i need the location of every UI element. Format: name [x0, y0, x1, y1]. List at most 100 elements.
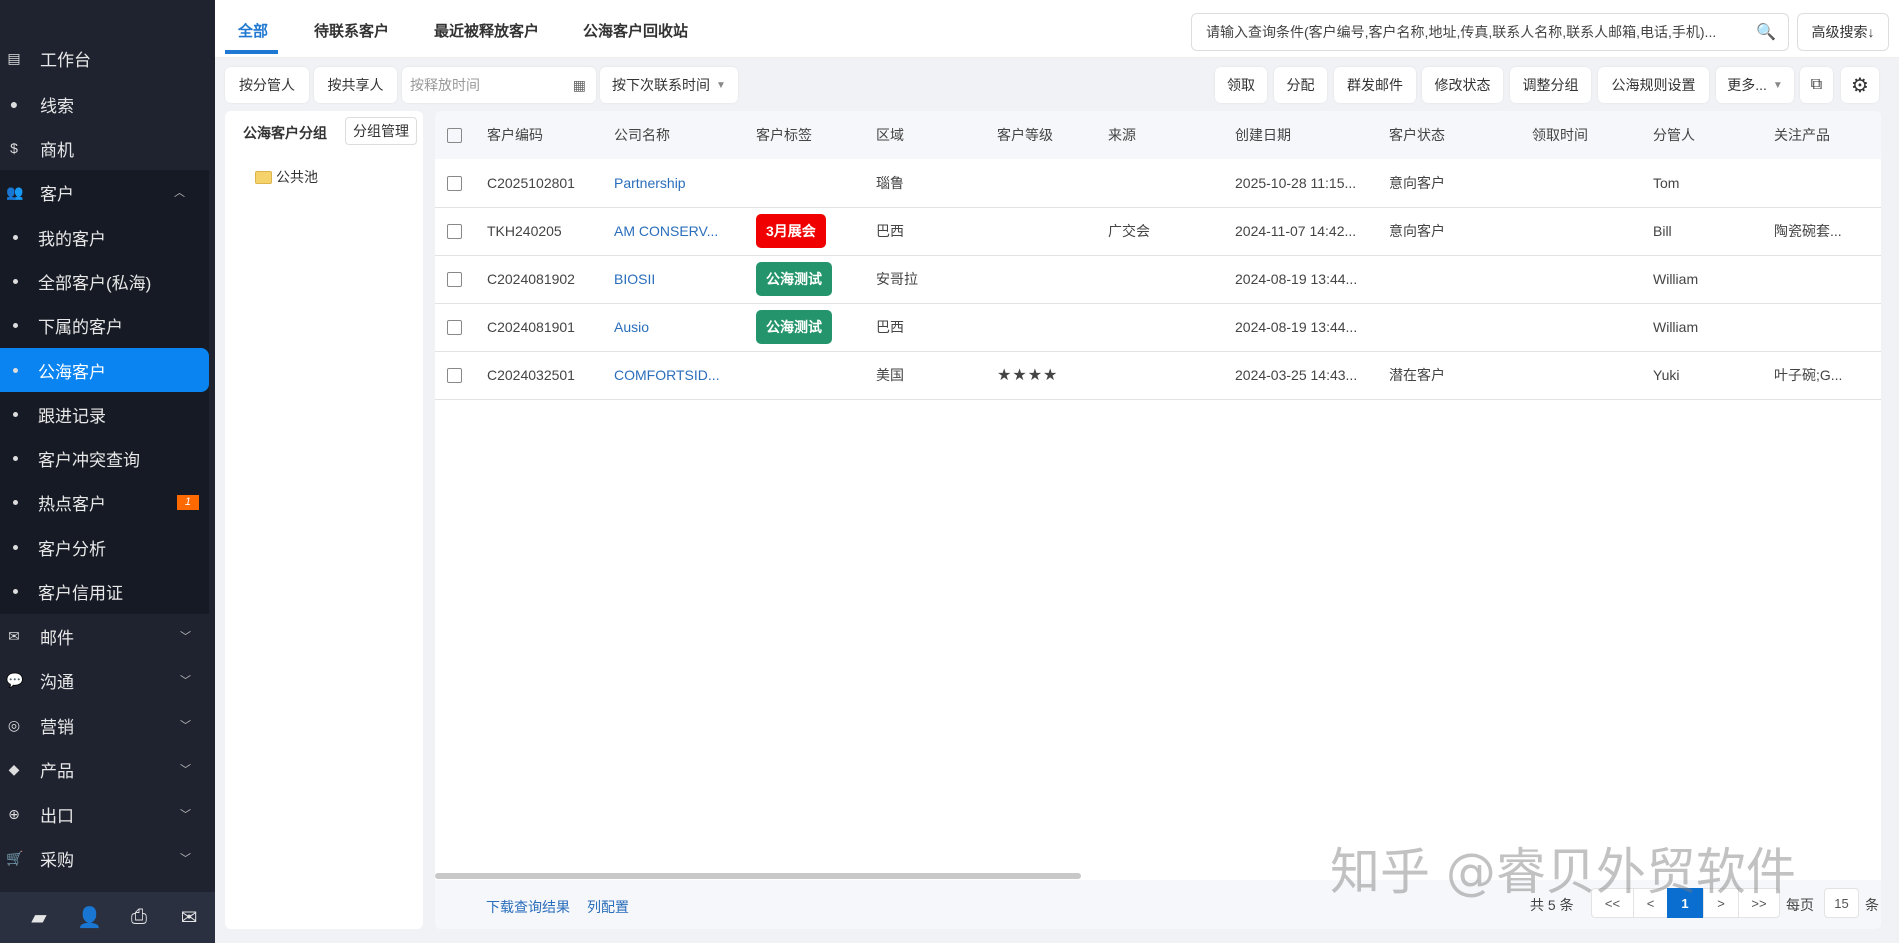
- download-results-link[interactable]: 下载查询结果: [486, 897, 570, 917]
- table-row[interactable]: C2024032501 COMFORTSID... 美国 ★★★★ 2024-03-25…: [435, 351, 1881, 400]
- layout-toggle-icon[interactable]: ⧉: [1800, 67, 1833, 103]
- inbox-icon[interactable]: ⎙: [127, 906, 151, 929]
- target-icon: ◎: [7, 716, 21, 733]
- col-header[interactable]: 区域: [876, 111, 997, 159]
- public-rules-button[interactable]: 公海规则设置: [1598, 67, 1709, 103]
- col-header[interactable]: 客户标签: [756, 111, 876, 159]
- nav-mail[interactable]: ✉ 邮件 ﹀: [0, 614, 215, 658]
- row-checkbox[interactable]: [447, 272, 462, 288]
- sub-label: 热点客户: [38, 494, 106, 514]
- row-checkbox[interactable]: [447, 320, 462, 336]
- nav-marketing[interactable]: ◎ 营销 ﹀: [0, 703, 215, 747]
- sidebar-item-all-private[interactable]: 全部客户(私海): [0, 259, 209, 303]
- col-header[interactable]: 分管人: [1653, 111, 1774, 159]
- sidebar-item-my-customers[interactable]: 我的客户: [0, 215, 209, 259]
- row-checkbox[interactable]: [447, 176, 462, 192]
- company-link[interactable]: BIOSII: [614, 271, 655, 287]
- cell-code: C2024081902: [487, 255, 614, 304]
- bullet-icon: [13, 588, 18, 594]
- last-page-button[interactable]: >>: [1738, 888, 1780, 918]
- chevron-down-icon: ﹀: [180, 675, 191, 687]
- bulk-email-button[interactable]: 群发邮件: [1334, 67, 1416, 103]
- col-header[interactable]: 关注产品: [1774, 111, 1881, 159]
- table-row[interactable]: C2025102801 Partnership 瑙鲁 2025-10-28 11:15…: [435, 159, 1881, 208]
- select-all-checkbox[interactable]: [447, 128, 462, 144]
- sidebar-item-followup[interactable]: 跟进记录: [0, 392, 209, 436]
- sidebar-item-analysis[interactable]: 客户分析: [0, 525, 209, 569]
- tab-all[interactable]: 全部: [238, 20, 268, 41]
- col-header[interactable]: 公司名称: [614, 111, 756, 159]
- bullet-icon: [13, 455, 18, 461]
- table-row[interactable]: TKH240205 AM CONSERV... 3月展会 巴西 广交会 2024-11-0…: [435, 207, 1881, 256]
- search-input[interactable]: 请输入查询条件(客户编号,客户名称,地址,传真,联系人名称,联系人邮箱,电话,手…: [1191, 13, 1789, 51]
- sidebar-item-public-customers[interactable]: 公海客户: [0, 348, 209, 392]
- release-time-placeholder: 按释放时间: [410, 77, 480, 93]
- first-page-button[interactable]: <<: [1591, 888, 1634, 918]
- filter-by-sharer-button[interactable]: 按共享人: [314, 67, 397, 103]
- col-header[interactable]: 客户等级: [997, 111, 1108, 159]
- col-header[interactable]: 客户编码: [487, 111, 614, 159]
- table-row[interactable]: C2024081901 Ausio 公海测试 巴西 2024-08-19 13:44..…: [435, 303, 1881, 352]
- col-header[interactable]: 来源: [1108, 111, 1235, 159]
- prev-page-button[interactable]: <: [1633, 888, 1668, 918]
- compose-mail-icon[interactable]: ✉: [177, 905, 201, 930]
- cell-status: 意向客户: [1389, 159, 1532, 208]
- next-contact-dropdown[interactable]: 按下次联系时间 ▼: [600, 67, 738, 103]
- cell-status: [1389, 255, 1532, 304]
- group-item-public-pool[interactable]: 公共池: [255, 167, 318, 187]
- group-manage-button[interactable]: 分组管理: [345, 117, 417, 145]
- company-link[interactable]: Partnership: [614, 175, 686, 191]
- nav-opportunities[interactable]: $ 商机: [0, 126, 215, 170]
- col-header[interactable]: 客户状态: [1389, 111, 1532, 159]
- page-1-button[interactable]: 1: [1667, 888, 1703, 918]
- advanced-search-button[interactable]: 高级搜索↓: [1797, 13, 1889, 51]
- sidebar-item-subordinate[interactable]: 下属的客户: [0, 303, 209, 347]
- sidebar-item-credit[interactable]: 客户信用证: [0, 569, 209, 613]
- column-config-link[interactable]: 列配置: [587, 897, 629, 917]
- cell-manager: Tom: [1653, 159, 1774, 208]
- cell-claimed: [1532, 159, 1653, 208]
- adjust-group-button[interactable]: 调整分组: [1510, 67, 1591, 103]
- per-page-input[interactable]: 15: [1824, 888, 1859, 918]
- sidebar-item-conflict[interactable]: 客户冲突查询: [0, 436, 209, 480]
- claim-button[interactable]: 领取: [1215, 67, 1267, 103]
- nav-communication[interactable]: 💬 沟通 ﹀: [0, 658, 215, 702]
- row-checkbox[interactable]: [447, 224, 462, 240]
- tab-recycle-bin[interactable]: 公海客户回收站: [583, 20, 688, 41]
- more-dropdown[interactable]: 更多... ▼: [1716, 67, 1794, 103]
- col-header[interactable]: 领取时间: [1532, 111, 1653, 159]
- gear-icon[interactable]: ⚙: [1841, 67, 1879, 103]
- add-user-icon[interactable]: 👤: [77, 905, 102, 930]
- nav-leads[interactable]: ● 线索: [0, 82, 215, 126]
- cell-product: 叶子碗;G...: [1774, 351, 1881, 400]
- nav-purchase[interactable]: 🛒 采购 ﹀: [0, 836, 215, 880]
- assign-button[interactable]: 分配: [1274, 67, 1327, 103]
- col-header[interactable]: 创建日期: [1235, 111, 1389, 159]
- tab-pending-contact[interactable]: 待联系客户: [314, 20, 389, 41]
- tab-recently-released[interactable]: 最近被释放客户: [434, 20, 539, 41]
- table-row[interactable]: C2024081902 BIOSII 公海测试 安哥拉 2024-08-19 13:44…: [435, 255, 1881, 304]
- nav-export[interactable]: ⊕ 出口 ﹀: [0, 792, 215, 836]
- search-icon[interactable]: 🔍: [1756, 22, 1776, 42]
- change-status-button[interactable]: 修改状态: [1422, 67, 1503, 103]
- filter-by-manager-button[interactable]: 按分管人: [225, 67, 309, 103]
- bullet-icon: [13, 234, 18, 240]
- cell-region: 美国: [876, 351, 997, 400]
- nav-products[interactable]: ◆ 产品 ﹀: [0, 747, 215, 791]
- row-checkbox[interactable]: [447, 368, 462, 384]
- comments-icon[interactable]: ▰: [27, 905, 51, 930]
- release-time-picker[interactable]: 按释放时间 ▦: [402, 67, 596, 103]
- company-link[interactable]: Ausio: [614, 319, 649, 335]
- cell-status: [1389, 303, 1532, 352]
- horizontal-scrollbar[interactable]: [435, 873, 1081, 879]
- customer-tag: 3月展会: [756, 214, 826, 248]
- company-link[interactable]: AM CONSERV...: [614, 223, 718, 239]
- company-link[interactable]: COMFORTSID...: [614, 367, 720, 383]
- nav-label: 邮件: [40, 628, 74, 648]
- next-page-button[interactable]: >: [1703, 888, 1739, 918]
- cell-region: 巴西: [876, 303, 997, 352]
- nav-workbench[interactable]: ▤ 工作台: [0, 36, 215, 80]
- sidebar-item-hot[interactable]: 热点客户 1: [0, 480, 209, 524]
- nav-customers[interactable]: 👥 客户 ︿: [0, 170, 209, 214]
- nav-label: 采购: [40, 850, 74, 870]
